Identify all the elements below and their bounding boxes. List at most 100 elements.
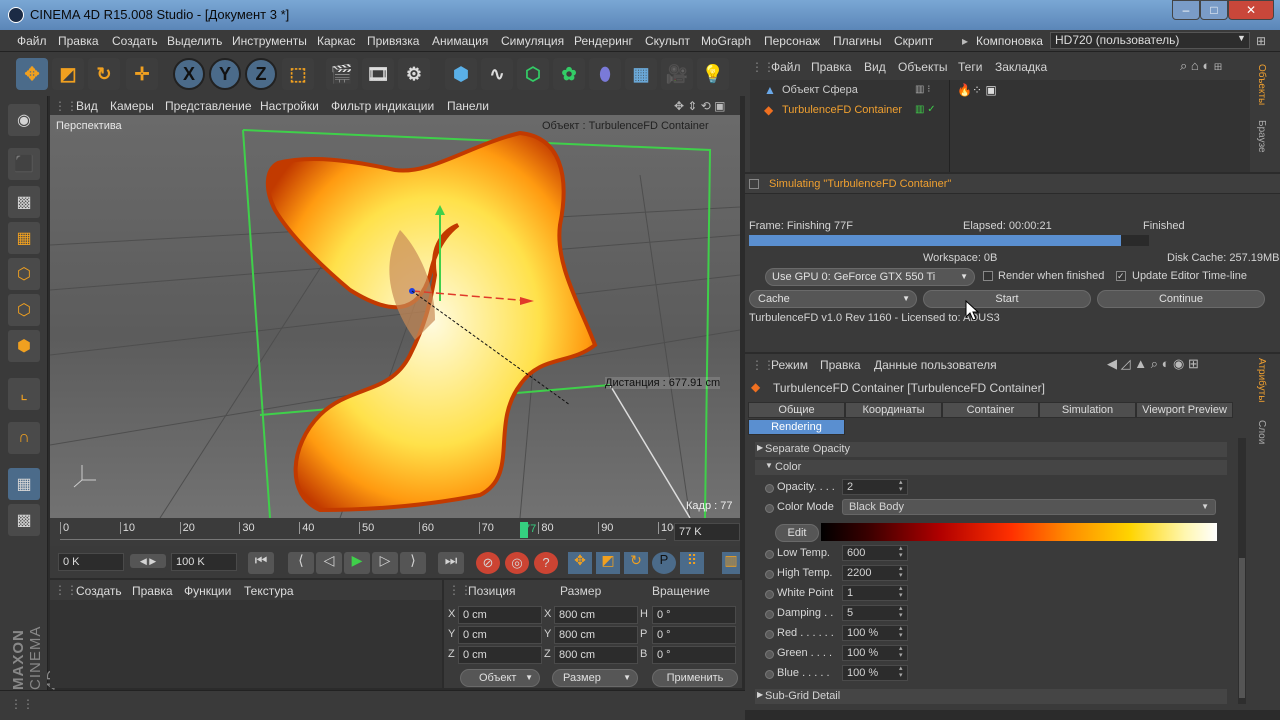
key-parameter-icon[interactable]: P [652,552,676,574]
start-button[interactable]: Start [923,290,1091,308]
tab-simulation[interactable]: Simulation [1039,402,1136,418]
key-position-icon[interactable]: ✥ [568,552,592,574]
param-animate-dot[interactable] [765,590,774,599]
param-value-field[interactable]: 1 [842,585,908,601]
side-tab-layers[interactable]: Слои [1256,420,1267,444]
param-value-field[interactable]: 100 % [842,625,908,641]
param-value-field[interactable]: 100 % [842,645,908,661]
go-to-start-icon[interactable]: ⏮ [248,552,274,574]
menu-script[interactable]: Скрипт [894,34,933,48]
menu-animation[interactable]: Анимация [432,34,488,48]
update-editor-checkbox[interactable]: ✓ [1116,271,1126,281]
y-axis-icon[interactable]: Y [209,58,241,90]
viewport-menu-display[interactable]: Представление [165,99,252,113]
snap-magnet-icon[interactable]: ∩ [8,422,40,454]
param-row[interactable]: Green . . . . 100 % [745,644,1225,664]
menu-render[interactable]: Рендеринг [574,34,633,48]
keyframe-selection-icon[interactable]: ? [534,552,558,574]
array-icon[interactable]: ✿ [553,58,585,90]
material-menu-function[interactable]: Функции [184,584,231,598]
position-field[interactable]: 0 cm [458,646,542,664]
coord-mode-select[interactable]: Объект ▼ [460,669,540,687]
points-mode-icon[interactable]: ⬡ [8,258,40,290]
key-rotation-icon[interactable]: ↻ [624,552,648,574]
side-tab-browser[interactable]: Браузе [1256,120,1267,153]
attr-menu-userdata[interactable]: Данные пользователя [874,358,997,372]
cache-select[interactable]: Cache ▼ [749,290,917,308]
close-button[interactable]: ✕ [1228,0,1274,20]
param-animate-dot[interactable] [765,670,774,679]
size-field[interactable]: 800 cm [554,606,638,624]
enabled-check-icon[interactable]: ▥ ✓ [915,104,936,115]
param-row[interactable]: High Temp. 2200 [745,564,1225,584]
param-animate-dot[interactable] [765,610,774,619]
start-frame-field[interactable]: 0 K [58,553,124,571]
go-to-end-icon[interactable]: ⏭ [438,552,464,574]
menu-create[interactable]: Создать [112,34,158,48]
param-animate-dot[interactable] [765,650,774,659]
param-opacity[interactable]: Opacity. . . .2 [745,478,1225,498]
end-frame-field[interactable]: 100 K [171,553,237,571]
planar-workplane-icon[interactable]: ▩ [8,504,40,536]
viewport[interactable]: Перспектива Объект : TurbulenceFD Contai… [50,115,740,518]
tab-basic[interactable]: Общие [748,402,845,418]
tab-viewport-preview[interactable]: Viewport Preview [1136,402,1233,418]
size-mode-select[interactable]: Размер ▼ [552,669,638,687]
render-when-finished-checkbox[interactable] [983,271,993,281]
rotation-field[interactable]: 0 ° [652,606,736,624]
param-value-field[interactable]: 2200 [842,565,908,581]
param-animate-dot[interactable] [765,630,774,639]
lock-workplane-icon[interactable]: ▦ [8,468,40,500]
edges-mode-icon[interactable]: ⬡ [8,294,40,326]
gradient-edit-button[interactable]: Edit [775,524,819,542]
apply-button[interactable]: Применить [652,669,738,687]
polygons-mode-icon[interactable]: ⬢ [8,330,40,362]
next-key-icon[interactable]: ⟩ [400,552,426,574]
color-mode-select[interactable]: Black Body ▼ [842,499,1216,515]
key-scale-icon[interactable]: ◩ [596,552,620,574]
attr-nav-icons[interactable]: ◀ ◿ ▲ ⌕ ◐ ◉ ⊞ [1107,356,1199,372]
objects-menu-objects[interactable]: Объекты [898,60,948,74]
param-animate-dot[interactable] [765,570,774,579]
param-row[interactable]: Low Temp. 600 [745,544,1225,564]
record-key-icon[interactable]: ⊘ [476,552,500,574]
menu-select[interactable]: Выделить [167,34,222,48]
move-tool-icon[interactable]: ✥ [16,58,48,90]
continue-button[interactable]: Continue [1097,290,1265,308]
autokey-icon[interactable]: ◎ [505,552,529,574]
tab-rendering[interactable]: Rendering [748,419,845,435]
minimize-button[interactable]: – [1172,0,1200,20]
position-field[interactable]: 0 cm [458,626,542,644]
viewport-menu-filter[interactable]: Фильтр индикации [331,99,434,113]
param-value-field[interactable]: 5 [842,605,908,621]
rotation-field[interactable]: 0 ° [652,626,736,644]
viewport-menu-options[interactable]: Настройки [260,99,319,113]
z-axis-icon[interactable]: Z [245,58,277,90]
viewport-nav-icon[interactable]: ✥ ⇕ ⟲ ▣ [674,99,726,113]
object-tags-icons[interactable]: 🔥⁘ ▣ [957,83,997,97]
attr-scrollbar[interactable] [1238,438,1246,704]
next-frame-icon[interactable]: ▷ [372,552,398,574]
spline-icon[interactable]: ∿ [481,58,513,90]
camera-icon[interactable]: 🎥 [661,58,693,90]
size-field[interactable]: 800 cm [554,646,638,664]
material-menu-texture[interactable]: Текстура [244,584,294,598]
attr-menu-mode[interactable]: Режим [771,358,808,372]
menu-edit[interactable]: Правка [58,34,99,48]
floor-icon[interactable]: ▦ [625,58,657,90]
param-row[interactable]: Blue . . . . . 100 % [745,664,1225,684]
menu-sculpt[interactable]: Скульпт [645,34,690,48]
model-mode-icon[interactable]: ⬛ [8,148,40,180]
menu-tools[interactable]: Инструменты [232,34,307,48]
size-field[interactable]: 800 cm [554,626,638,644]
prev-key-icon[interactable]: ⟨ [288,552,314,574]
rotate-tool-icon[interactable]: ↻ [88,58,120,90]
timeline-layout-icon[interactable]: ▥ [722,552,740,574]
viewport-menu-cameras[interactable]: Камеры [110,99,154,113]
scale-tool-icon[interactable]: ◩ [52,58,84,90]
viewport-menu-panel[interactable]: Панели [447,99,489,113]
live-select-icon[interactable]: ✛ [126,58,158,90]
maximize-button[interactable]: □ [1200,0,1228,20]
position-field[interactable]: 0 cm [458,606,542,624]
tab-coordinates[interactable]: Координаты [845,402,942,418]
